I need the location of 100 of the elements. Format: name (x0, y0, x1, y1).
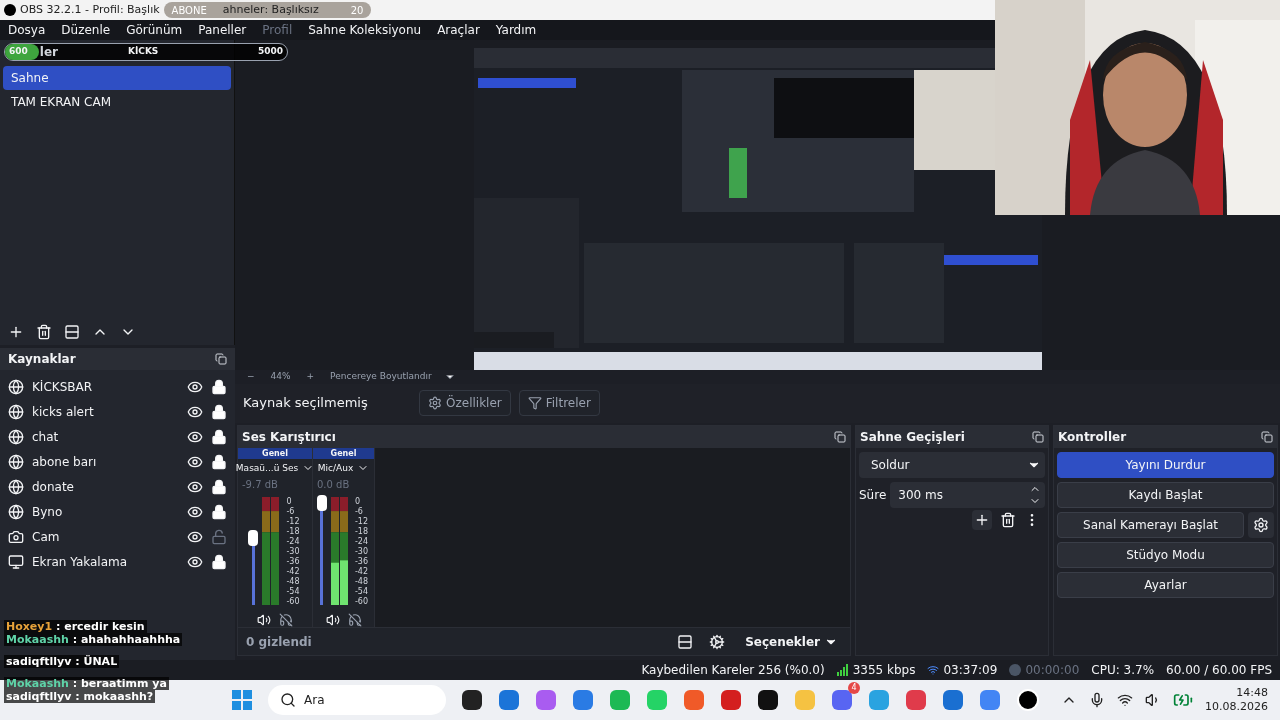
wifi-icon[interactable] (1117, 692, 1133, 708)
undock-icon[interactable] (834, 430, 846, 443)
menu-item[interactable]: Sahne Koleksiyonu (308, 21, 422, 39)
subscriber-count: 20 (350, 3, 364, 18)
fit-to-window-dropdown[interactable]: Pencereye Boyutlandır (330, 370, 456, 384)
meter-scale-label: -30 (354, 547, 369, 557)
taskbar-app-icon[interactable] (758, 690, 778, 710)
source-item[interactable]: Ekran Yakalama (0, 549, 235, 574)
undock-icon[interactable] (215, 353, 227, 365)
meter-scale-label: 0 (286, 497, 293, 507)
settings-button[interactable] (1248, 511, 1274, 538)
volume-reading: -9.7 dB (241, 478, 278, 492)
source-item[interactable]: KİCKSBAR (0, 374, 235, 399)
chat-message: Hoxey1 : ercedir kesin (4, 620, 147, 633)
delete-icon[interactable] (1000, 511, 1016, 528)
menu-item[interactable]: Yardım (495, 21, 537, 39)
source-label: Byno (32, 503, 64, 521)
chat-message: Mokaashh : beraatimm ya (4, 677, 169, 690)
meter-scale-label: -42 (286, 567, 300, 577)
chat-message: Mokaashh : ahahahhaahhha (4, 633, 183, 646)
meter-scale-label: -18 (286, 527, 300, 537)
meter-scale-label: -30 (286, 547, 300, 557)
lock-icon[interactable] (211, 503, 227, 520)
menu-item[interactable]: Paneller (198, 21, 247, 39)
taskbar-app-icon[interactable] (462, 690, 482, 710)
duration-field[interactable]: 300 ms (890, 481, 1045, 508)
scene-item[interactable]: TAM EKRAN CAM (3, 90, 231, 114)
lock-icon[interactable] (211, 403, 227, 420)
zoom-in-button[interactable]: + (306, 370, 315, 384)
taskbar-app-icon[interactable] (1017, 689, 1039, 711)
windows-start-icon[interactable] (232, 690, 252, 710)
channel-name-dropdown[interactable]: Mic/Aux (317, 461, 370, 475)
chat-message: sadiqftllyv : mokaashh? (4, 690, 156, 703)
scene-item[interactable]: Sahne (3, 66, 231, 90)
source-label: Ekran Yakalama (32, 553, 129, 571)
volume-handle[interactable] (248, 529, 259, 546)
speaker-icon[interactable] (325, 613, 340, 627)
context-button[interactable]: Özellikler (419, 390, 511, 417)
headphones-off-icon[interactable] (347, 613, 362, 627)
source-item[interactable]: Byno (0, 499, 235, 524)
channel-group-tag: Genel (238, 447, 312, 459)
undock-icon[interactable] (1032, 430, 1044, 443)
headphones-off-icon[interactable] (279, 613, 293, 627)
window-title: ahneler: Başlıksız (222, 1, 319, 18)
meter-scale-label: -54 (286, 587, 300, 597)
control-button[interactable]: Yayını Durdur (1057, 451, 1274, 478)
lock-icon[interactable] (211, 553, 227, 570)
delete-icon[interactable] (36, 324, 52, 340)
gear-icon (428, 396, 442, 411)
streaming-icon (927, 664, 940, 676)
meter-scale-label: -18 (354, 527, 369, 537)
source-item[interactable]: kicks alert (0, 399, 235, 424)
lock-icon[interactable] (211, 453, 227, 470)
gear-icon (1253, 516, 1269, 533)
menu-item[interactable]: Görünüm (126, 21, 183, 39)
source-item[interactable]: chat (0, 424, 235, 449)
meter-scale-label: -48 (354, 577, 369, 587)
add-icon[interactable] (8, 324, 24, 340)
source-label: kicks alert (32, 403, 95, 421)
globe-icon (8, 503, 24, 520)
control-button[interactable]: Kaydı Başlat (1057, 481, 1274, 508)
kicks-goal-label: KİCKS (127, 45, 159, 59)
globe-icon (8, 478, 24, 495)
panel-title: Kaynaklar (8, 351, 76, 368)
microphone-icon[interactable] (1089, 692, 1105, 708)
menu-item[interactable]: Araçlar (437, 21, 480, 39)
notification-badge: 4 (848, 682, 860, 694)
zoom-out-button[interactable]: − (247, 370, 255, 384)
meter-scale-label: -36 (354, 557, 369, 567)
source-item[interactable]: donate (0, 474, 235, 499)
search-icon (280, 692, 296, 708)
meter-scale-label: -42 (354, 567, 369, 577)
source-item[interactable]: abone barı (0, 449, 235, 474)
zoom-level: 44% (270, 370, 291, 384)
channel-name-dropdown[interactable]: Masaü...ü Ses (235, 461, 315, 475)
menu-item[interactable]: Düzenle (61, 21, 111, 39)
taskbar-search-field[interactable]: Ara (268, 685, 446, 715)
no-source-label: Kaynak seçilmemiş (243, 394, 369, 413)
lock-icon[interactable] (211, 378, 227, 395)
speaker-icon[interactable] (257, 613, 271, 627)
settings-icon[interactable] (709, 633, 726, 650)
source-item[interactable]: Cam (0, 524, 235, 549)
scenes-title: ler (39, 44, 58, 61)
context-button[interactable]: Filtreler (518, 390, 600, 417)
add-icon[interactable] (972, 509, 992, 530)
control-button[interactable]: Stüdyo Modu (1057, 541, 1274, 568)
control-button[interactable]: Sanal Kamerayı Başlat (1057, 511, 1244, 538)
menu-item[interactable]: Dosya (8, 21, 46, 39)
undock-icon[interactable] (1261, 430, 1273, 443)
cpu-usage: CPU: 3.7% (1091, 662, 1155, 679)
lock-icon[interactable] (211, 478, 227, 495)
clock-time: 14:48 (1236, 686, 1268, 700)
clock-date: 10.08.2026 (1205, 700, 1268, 714)
control-button[interactable]: Ayarlar (1057, 571, 1274, 598)
source-label: abone barı (32, 453, 98, 471)
volume-handle[interactable] (316, 495, 327, 511)
layout-icon[interactable] (677, 633, 694, 650)
lock-icon[interactable] (211, 428, 227, 445)
options-dropdown[interactable]: Seçenekler (733, 632, 850, 651)
transition-dropdown[interactable]: Soldur (859, 451, 1045, 478)
